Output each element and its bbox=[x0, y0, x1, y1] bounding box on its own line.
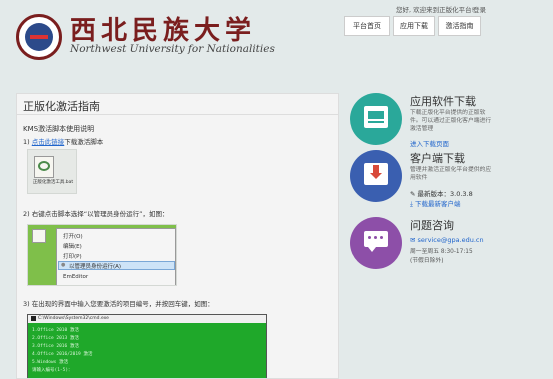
cmd-icon bbox=[31, 316, 36, 321]
shield-icon: ● bbox=[61, 262, 66, 268]
app-window-icon bbox=[364, 106, 388, 128]
cmd-window-screenshot: C:\Windows\System32\cmd.exe 1.Office 201… bbox=[27, 314, 267, 378]
menu-edit[interactable]: 编辑(E) bbox=[63, 242, 82, 250]
cmd-output: 1.Office 2010 激活 2.Office 2013 激活 3.Offi… bbox=[32, 328, 93, 373]
consult-holiday: (节假日除外) bbox=[410, 258, 444, 264]
context-menu: 打开(O) 编辑(E) 打印(P) ● 以管理员身份运行(A) EmEditor bbox=[56, 228, 176, 285]
menu-open[interactable]: 打开(O) bbox=[63, 232, 83, 240]
app-download-title: 应用软件下载 bbox=[410, 95, 476, 108]
download-icon: ⤓ bbox=[410, 200, 413, 208]
consult-panel: 问题咨询 ✉ service@gpa.edu.cn 周一至周五 8:30-17:… bbox=[350, 217, 550, 277]
step-1: 1) 点击此链接下载激活脚本 bbox=[23, 138, 104, 146]
menu-run-as-admin[interactable]: 以管理员身份运行(A) bbox=[69, 262, 121, 270]
app-download-circle[interactable] bbox=[350, 93, 402, 145]
bat-file-icon-small bbox=[32, 229, 46, 243]
login-link[interactable]: 登录 bbox=[473, 4, 486, 14]
email-icon: ✉ bbox=[410, 236, 416, 244]
client-download-title: 客户端下载 bbox=[410, 152, 465, 165]
university-logo[interactable] bbox=[16, 14, 62, 60]
pencil-icon: ✎ bbox=[410, 190, 416, 198]
bat-file-icon bbox=[34, 156, 54, 178]
app-download-link[interactable]: 进入下载页面 bbox=[410, 138, 449, 148]
consult-hours: 周一至周五 8:30-17:15 bbox=[410, 249, 473, 255]
welcome-text: 您好, 欢迎来到正版化平台! bbox=[396, 6, 475, 14]
client-download-panel: 客户端下载 管理并激活正版化平台提供的应用软件 ✎ 最新版本：3.0.3.8 ⤓… bbox=[350, 150, 550, 210]
menu-print[interactable]: 打印(P) bbox=[63, 252, 82, 260]
client-download-desc: 管理并激活正版化平台提供的应用软件 bbox=[410, 167, 492, 181]
consult-email[interactable]: ✉ service@gpa.edu.cn bbox=[410, 236, 484, 244]
university-name-cn: 西北民族大学 bbox=[70, 16, 257, 46]
consult-circle[interactable] bbox=[350, 217, 402, 269]
app-download-desc: 下载正版化平台提供的正版软件。可以通过正版化客户端进行激活管理 bbox=[410, 110, 492, 132]
client-download-circle[interactable] bbox=[350, 150, 402, 202]
client-download-link[interactable]: ⤓ 下载最新客户端 bbox=[410, 198, 460, 209]
script-file-screenshot: 正版化激活工具.bat bbox=[27, 149, 77, 194]
main-content: 正版化激活指南 KMS激活脚本使用说明 1) 点击此链接下载激活脚本 正版化激活… bbox=[16, 93, 339, 379]
context-menu-screenshot: 打开(O) 编辑(E) 打印(P) ● 以管理员身份运行(A) EmEditor bbox=[27, 224, 177, 286]
consult-title: 问题咨询 bbox=[410, 219, 454, 232]
cmd-title-bar: C:\Windows\System32\cmd.exe bbox=[28, 315, 266, 323]
university-name-en: Northwest University for Nationalities bbox=[70, 43, 275, 55]
menu-emeditor[interactable]: EmEditor bbox=[63, 274, 88, 280]
site-header: 西北民族大学 Northwest University for National… bbox=[0, 0, 553, 84]
client-version: ✎ 最新版本：3.0.3.8 bbox=[410, 190, 473, 198]
nav-activation-guide[interactable]: 激活指南 bbox=[438, 16, 481, 36]
nav-app-download[interactable]: 应用下载 bbox=[393, 16, 435, 36]
app-download-panel: 应用软件下载 下载正版化平台提供的正版软件。可以通过正版化客户端进行激活管理 进… bbox=[350, 93, 550, 153]
step-2: 2) 右键点击脚本选择“以管理员身份运行”，如图： bbox=[23, 210, 169, 218]
chat-icon bbox=[364, 231, 388, 247]
download-script-link[interactable]: 点击此链接 bbox=[32, 138, 65, 146]
section-heading: KMS激活脚本使用说明 bbox=[23, 125, 95, 133]
step-3: 3) 在出现的界面中输入您要激活的项目编号，并按回车键，如图： bbox=[23, 300, 214, 308]
page-title: 正版化激活指南 bbox=[17, 94, 338, 115]
client-download-icon bbox=[364, 163, 388, 185]
bat-file-label: 正版化激活工具.bat bbox=[32, 180, 74, 185]
nav-home[interactable]: 平台首页 bbox=[344, 16, 390, 36]
